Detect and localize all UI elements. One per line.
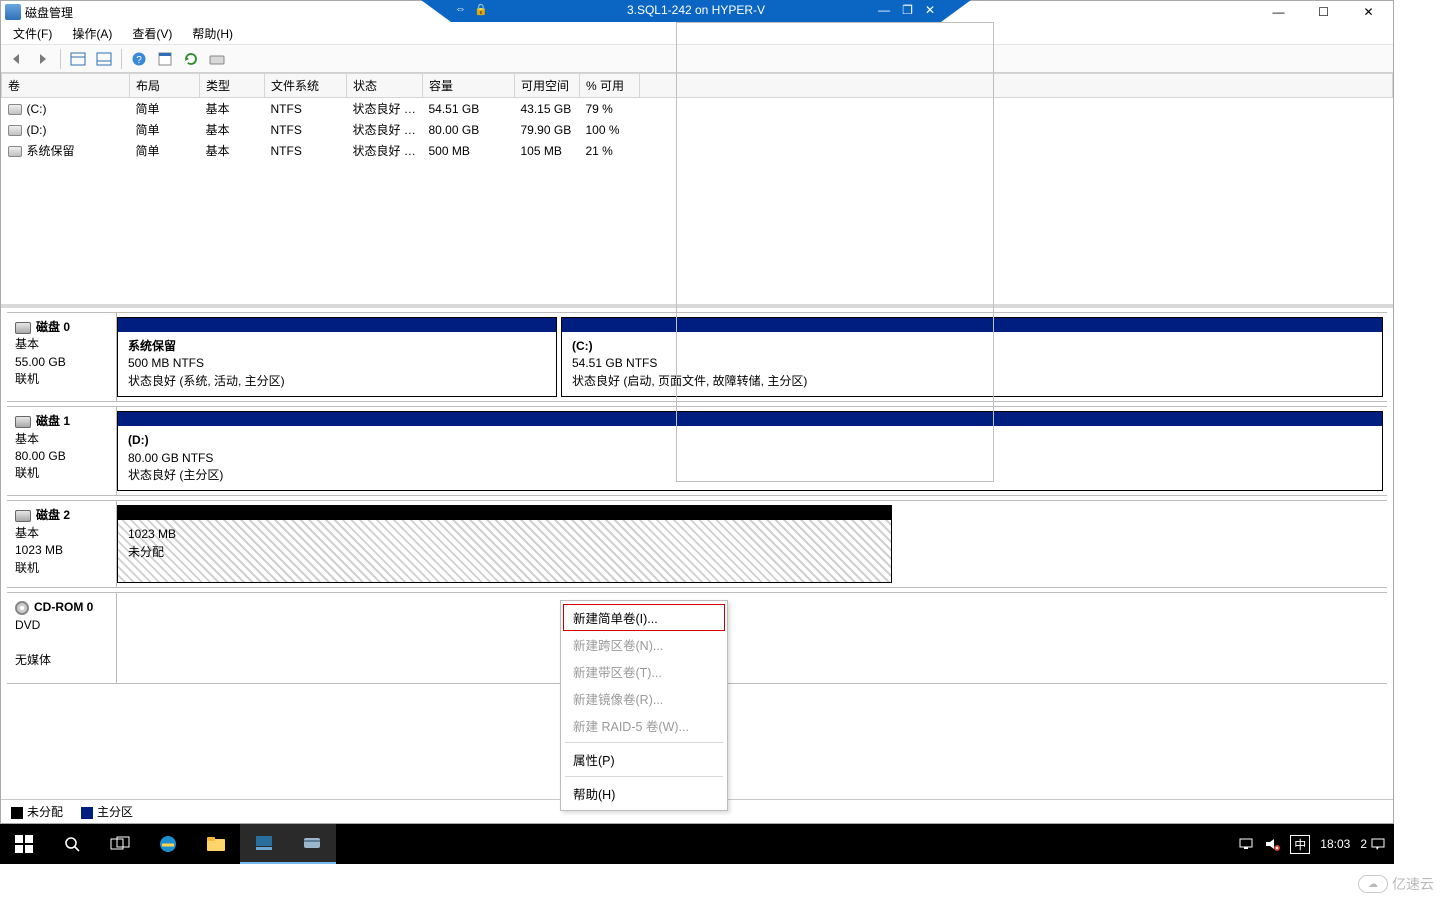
taskbar-disk-management[interactable] [288,824,336,864]
volume-icon [8,125,22,136]
col-pct[interactable]: % 可用 [580,74,640,98]
disk-row-2: 磁盘 2 基本 1023 MB 联机 1023 MB 未分配 [7,500,1387,588]
partition-unallocated[interactable]: 1023 MB 未分配 [117,505,892,583]
menu-action[interactable]: 操作(A) [66,23,118,44]
cloud-icon: ☁ [1358,875,1388,893]
col-volume[interactable]: 卷 [2,74,130,98]
menu-file[interactable]: 文件(F) [7,23,58,44]
volume-row[interactable]: (D:) 简单基本 NTFS状态良好 (... 80.00 GB79.90 GB… [2,119,1393,140]
menu-help[interactable]: 帮助(H) [186,23,239,44]
volume-table: 卷 布局 类型 文件系统 状态 容量 可用空间 % 可用 (C:) 简单基本 N… [1,73,1393,161]
window-title: 磁盘管理 [25,4,73,21]
volume-icon [8,104,22,115]
tray-notifications[interactable]: 2 [1360,837,1386,851]
app-icon [5,4,21,20]
tray-volume-icon[interactable] [1264,837,1280,851]
disk-icon [15,510,31,522]
menu-view[interactable]: 查看(V) [126,23,178,44]
col-capacity[interactable]: 容量 [423,74,515,98]
taskbar: 中 18:03 2 [0,824,1394,864]
partition-system-reserved[interactable]: 系统保留 500 MB NTFS 状态良好 (系统, 活动, 主分区) [117,317,557,397]
back-button[interactable] [5,48,29,70]
watermark: ☁ 亿速云 [1358,874,1434,894]
col-free[interactable]: 可用空间 [515,74,580,98]
cdrom-icon [15,601,29,615]
tray-clock[interactable]: 18:03 [1320,837,1350,851]
disk-row-0: 磁盘 0 基本 55.00 GB 联机 系统保留 500 MB NTFS 状态良… [7,312,1387,402]
col-status[interactable]: 状态 [347,74,423,98]
col-layout[interactable]: 布局 [130,74,200,98]
disk-label[interactable]: CD-ROM 0 DVD 无媒体 [7,593,117,683]
legend-unallocated: 未分配 [11,803,63,820]
hv-restore-icon[interactable]: ❐ [902,3,913,17]
volume-row[interactable]: 系统保留 简单基本 NTFS状态良好 (... 500 MB105 MB 21 … [2,140,1393,161]
ctx-new-simple-volume[interactable]: 新建简单卷(I)... [563,604,725,631]
disk-icon [15,322,31,334]
taskbar-server-manager[interactable] [240,824,288,864]
volume-icon [8,146,22,157]
ctx-new-spanned-volume: 新建跨区卷(N)... [563,631,725,658]
rescan-icon[interactable] [205,48,229,70]
title-bar: 磁盘管理 ⇔ 🔒 3.SQL1-242 on HYPER-V — ❐ ✕ — ☐… [1,1,1393,23]
taskbar-ie[interactable] [144,824,192,864]
window-buttons: — ☐ ✕ [1256,1,1391,23]
hv-close-icon[interactable]: ✕ [925,3,935,17]
svg-text:?: ? [136,55,142,66]
tray-network-icon[interactable] [1238,837,1254,851]
forward-button[interactable] [31,48,55,70]
hv-minimize-icon[interactable]: — [878,3,890,17]
task-view-button[interactable] [96,824,144,864]
col-filesystem[interactable]: 文件系统 [265,74,347,98]
toolbar: ? [1,45,1393,73]
properties-icon[interactable] [153,48,177,70]
taskbar-explorer[interactable] [192,824,240,864]
view-bottom-icon[interactable] [92,48,116,70]
partition-d[interactable]: (D:) 80.00 GB NTFS 状态良好 (主分区) [117,411,1383,491]
disk-row-1: 磁盘 1 基本 80.00 GB 联机 (D:) 80.00 GB NTFS 状… [7,406,1387,496]
ctx-new-striped-volume: 新建带区卷(T)... [563,658,725,685]
start-button[interactable] [0,824,48,864]
help-icon[interactable]: ? [127,48,151,70]
search-button[interactable] [48,824,96,864]
volume-header-row: 卷 布局 类型 文件系统 状态 容量 可用空间 % 可用 [2,74,1393,98]
refresh-icon[interactable] [179,48,203,70]
volume-list-pane[interactable]: 卷 布局 类型 文件系统 状态 容量 可用空间 % 可用 (C:) 简单基本 N… [1,73,1393,308]
ctx-new-mirrored-volume: 新建镜像卷(R)... [563,685,725,712]
disk-label[interactable]: 磁盘 0 基本 55.00 GB 联机 [7,313,117,401]
ctx-new-raid5-volume: 新建 RAID-5 卷(W)... [563,712,725,739]
disk-icon [15,416,31,428]
volume-row[interactable]: (C:) 简单基本 NTFS状态良好 (... 54.51 GB43.15 GB… [2,98,1393,120]
context-menu: 新建简单卷(I)... 新建跨区卷(N)... 新建带区卷(T)... 新建镜像… [560,600,728,811]
system-tray: 中 18:03 2 [1238,835,1394,854]
tray-ime[interactable]: 中 [1290,835,1310,854]
hyperv-connection-bar: ⇔ 🔒 3.SQL1-242 on HYPER-V — ❐ ✕ [421,0,971,22]
ctx-help[interactable]: 帮助(H) [563,780,725,807]
disk-label[interactable]: 磁盘 2 基本 1023 MB 联机 [7,501,117,587]
view-top-icon[interactable] [66,48,90,70]
disk-label[interactable]: 磁盘 1 基本 80.00 GB 联机 [7,407,117,495]
col-type[interactable]: 类型 [200,74,265,98]
legend-primary: 主分区 [81,803,133,820]
maximize-button[interactable]: ☐ [1301,1,1346,23]
close-button[interactable]: ✕ [1346,1,1391,23]
ctx-properties[interactable]: 属性(P) [563,746,725,773]
minimize-button[interactable]: — [1256,1,1301,23]
partition-c[interactable]: (C:) 54.51 GB NTFS 状态良好 (启动, 页面文件, 故障转储,… [561,317,1383,397]
menu-bar: 文件(F) 操作(A) 查看(V) 帮助(H) [1,23,1393,45]
